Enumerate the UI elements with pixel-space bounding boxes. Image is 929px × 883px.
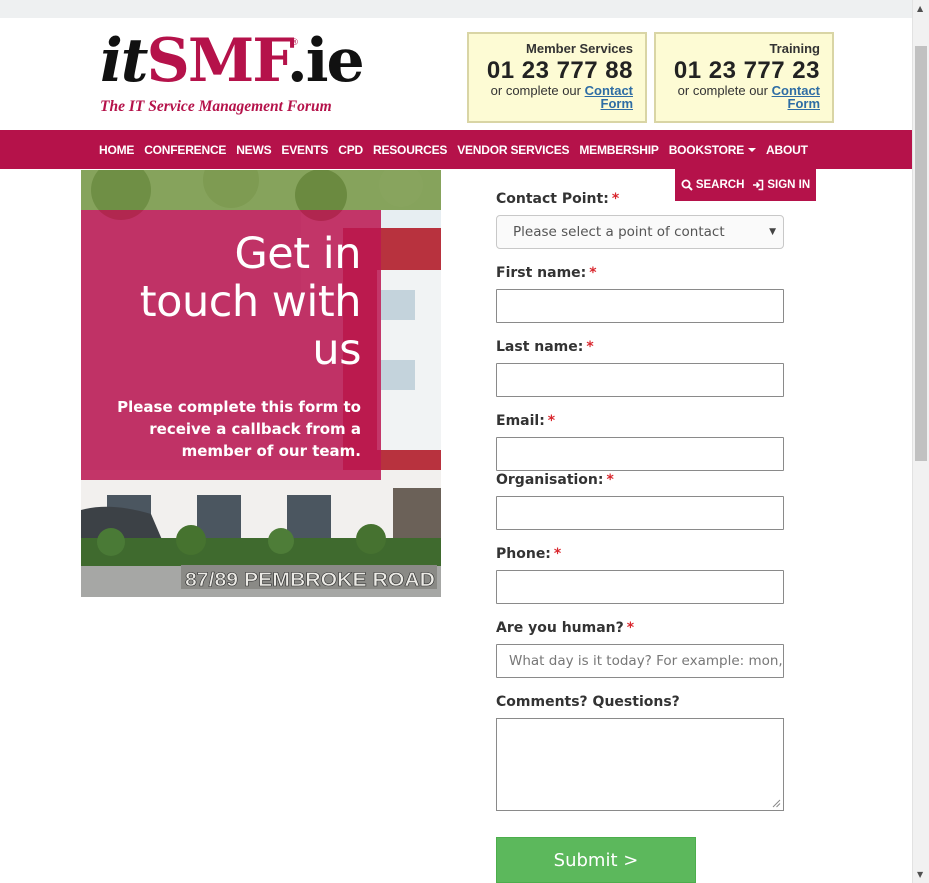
last-name-input[interactable] (496, 363, 784, 397)
required-marker: * (606, 472, 614, 488)
training-title: Training (769, 41, 820, 56)
first-name-label: First name: * (496, 265, 597, 281)
nav-vendor-services[interactable]: VENDOR SERVICES (452, 143, 574, 157)
submit-button[interactable]: Submit > (496, 837, 696, 883)
member-services-title: Member Services (526, 41, 633, 56)
phone-input[interactable] (496, 570, 784, 604)
sign-in-icon (753, 179, 764, 191)
nav-conference[interactable]: CONFERENCE (139, 143, 231, 157)
logo-wordmark: itSMF.ie (100, 26, 365, 96)
nav-about[interactable]: ABOUT (761, 143, 813, 157)
required-marker: * (586, 339, 594, 355)
member-services-contact-box: Member Services 01 23 777 88 or complete… (467, 32, 647, 123)
member-services-form-link[interactable]: Form (601, 96, 634, 111)
scrollbar-thumb[interactable] (915, 46, 927, 461)
site-logo[interactable]: itSMF.ie ® The IT Service Management For… (100, 26, 365, 120)
required-marker: * (589, 265, 597, 281)
training-form-link[interactable]: Form (788, 96, 821, 111)
member-services-phone: 01 23 777 88 (486, 57, 633, 84)
sign-in-link[interactable]: SIGN IN (752, 179, 810, 191)
nav-cpd[interactable]: CPD (333, 143, 368, 157)
email-label: Email: * (496, 413, 556, 429)
comments-label: Comments? Questions? (496, 694, 680, 710)
sign-in-label: SIGN IN (767, 179, 811, 191)
browser-top-strip (0, 0, 912, 18)
nav-bookstore-label: BOOKSTORE (668, 142, 745, 157)
contact-point-select[interactable]: Please select a point of contact ▼ (496, 215, 784, 249)
last-name-label: Last name: * (496, 339, 594, 355)
nav-membership[interactable]: MEMBERSHIP (574, 143, 663, 157)
required-marker: * (611, 191, 620, 207)
logo-tagline: The IT Service Management Forum (100, 98, 332, 115)
organisation-input[interactable] (496, 496, 784, 530)
pembroke-road-sign: 87/89 PEMBROKE ROAD (185, 570, 435, 591)
nav-news[interactable]: NEWS (231, 143, 276, 157)
scroll-up-icon[interactable]: ▲ (917, 4, 923, 13)
contact-point-value: Please select a point of contact (513, 224, 725, 240)
caret-down-icon (748, 148, 757, 153)
human-check-placeholder: What day is it today? For example: mon,t… (509, 653, 784, 669)
member-services-prefix: or complete our (490, 83, 581, 98)
training-contact-box: Training 01 23 777 23 or complete our Co… (654, 32, 834, 123)
required-marker: * (547, 413, 556, 429)
hero-subtitle: Please complete this form to receive a c… (117, 398, 361, 460)
resize-grip-icon[interactable] (772, 799, 781, 808)
hero-heading: Get in touch with us (139, 229, 362, 375)
nav-events[interactable]: EVENTS (276, 143, 333, 157)
hero-overlay-panel: Get in touch with us Please complete thi… (81, 210, 381, 480)
human-check-input[interactable]: What day is it today? For example: mon,t… (496, 644, 784, 678)
organisation-label: Organisation: * (496, 472, 614, 488)
training-phone: 01 23 777 23 (673, 57, 820, 84)
training-prefix: or complete our (677, 83, 768, 98)
email-input[interactable] (496, 437, 784, 471)
nav-home[interactable]: HOME (94, 143, 139, 157)
required-marker: * (626, 620, 635, 636)
first-name-input[interactable] (496, 289, 784, 323)
required-marker: * (553, 546, 562, 562)
contact-point-label: Contact Point: * (496, 191, 620, 207)
select-arrow-icon: ▼ (769, 227, 776, 237)
search-label: SEARCH (695, 179, 745, 191)
nav-resources[interactable]: RESOURCES (368, 143, 452, 157)
search-link[interactable]: SEARCH (681, 179, 745, 191)
nav-bookstore[interactable]: BOOKSTORE (664, 143, 761, 157)
main-navigation: HOME CONFERENCE NEWS EVENTS CPD RESOURCE… (0, 130, 912, 169)
search-icon (681, 179, 693, 191)
hero-banner: 87/89 PEMBROKE ROAD Get in touch with us… (81, 170, 441, 597)
logo-registered-mark: ® (290, 38, 299, 48)
human-check-label: Are you human? * (496, 620, 635, 636)
phone-label: Phone: * (496, 546, 562, 562)
page-scrollbar[interactable]: ▲ ▼ (912, 0, 929, 883)
scroll-down-icon[interactable]: ▼ (917, 870, 923, 879)
utility-bar: SEARCH SIGN IN (675, 169, 816, 201)
comments-textarea[interactable] (496, 718, 784, 811)
